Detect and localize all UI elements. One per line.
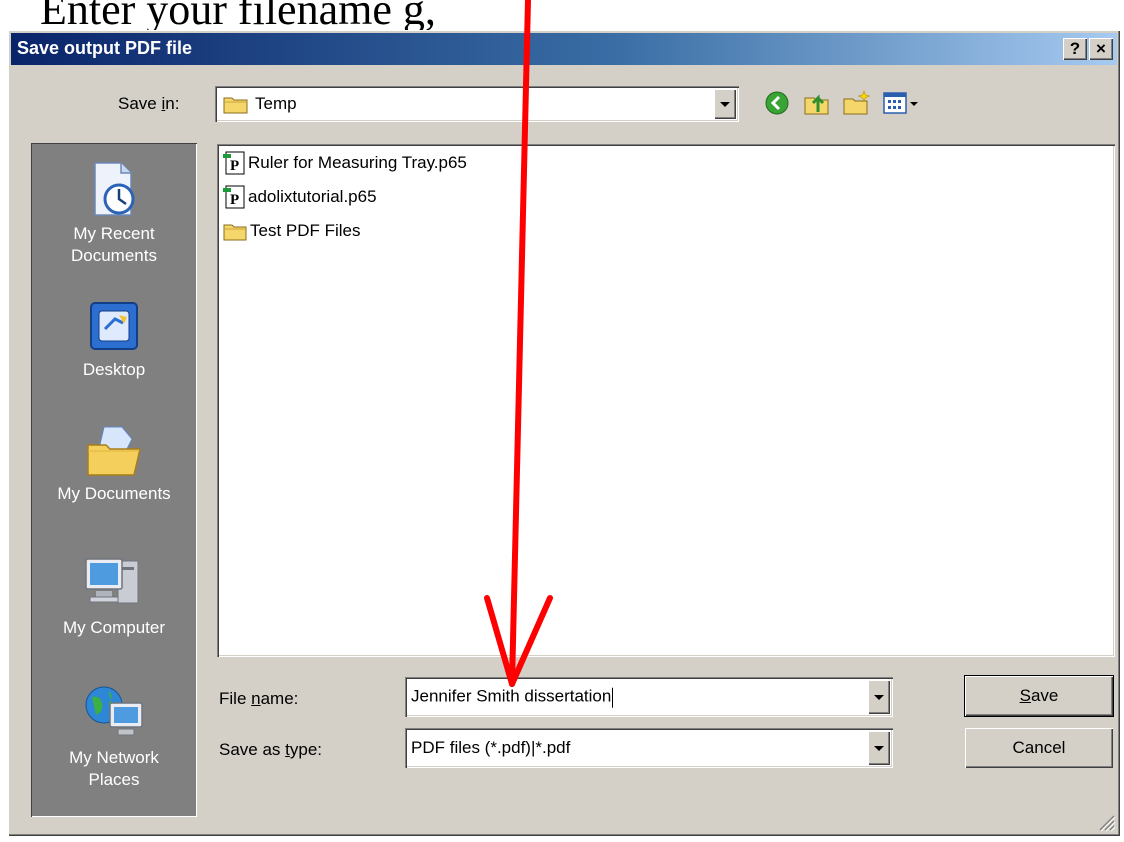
file-name-label: File name: — [219, 689, 299, 708]
save-in-value: Temp — [255, 94, 297, 113]
place-my-computer[interactable]: My Computer — [31, 553, 197, 639]
list-item[interactable]: P adolixtutorial.p65 — [223, 184, 377, 210]
my-computer-icon — [85, 558, 139, 604]
resize-grip-icon[interactable] — [1096, 812, 1116, 832]
list-item[interactable]: P Ruler for Measuring Tray.p65 — [223, 150, 467, 176]
save-as-type-dropdown-button[interactable] — [868, 731, 890, 765]
save-as-type-dropdown[interactable]: PDF files (*.pdf)|*.pdf — [405, 728, 893, 768]
file-list[interactable]: P Ruler for Measuring Tray.p65 P adolixt… — [217, 144, 1115, 657]
list-item[interactable]: Test PDF Files — [223, 218, 361, 244]
dialog-title: Save output PDF file — [17, 38, 193, 58]
help-button[interactable]: ? — [1063, 38, 1087, 60]
svg-text:P: P — [230, 158, 239, 174]
file-name-input[interactable]: Jennifer Smith dissertation — [405, 677, 893, 717]
place-my-network-places[interactable]: My Network Places — [31, 683, 197, 791]
view-menu-icon[interactable] — [882, 88, 922, 118]
place-recent-documents[interactable]: My Recent Documents — [31, 159, 197, 267]
file-name-value: Jennifer Smith dissertation — [411, 686, 612, 706]
file-name-dropdown-button[interactable] — [868, 680, 890, 714]
back-icon[interactable] — [764, 90, 790, 116]
pagemaker-file-icon: P — [223, 185, 245, 209]
up-folder-icon[interactable] — [802, 88, 832, 118]
save-in-dropdown[interactable]: Temp — [215, 86, 739, 122]
my-documents-icon — [87, 426, 141, 476]
place-my-documents[interactable]: My Documents — [31, 423, 197, 505]
folder-icon — [223, 97, 248, 114]
network-places-icon — [85, 686, 143, 736]
save-in-dropdown-button[interactable] — [714, 89, 736, 119]
places-bar: My Recent Documents Desktop My Documents — [31, 143, 197, 817]
save-as-type-value: PDF files (*.pdf)|*.pdf — [411, 738, 571, 757]
folder-icon — [223, 224, 247, 241]
title-bar: Save output PDF file ? × — [11, 33, 1117, 65]
save-as-type-label: Save as type: — [219, 740, 323, 759]
svg-text:P: P — [230, 192, 239, 208]
recent-documents-icon — [94, 162, 135, 216]
pagemaker-file-icon: P — [223, 151, 245, 175]
cancel-button[interactable]: Cancel — [965, 728, 1113, 768]
desktop-icon — [90, 302, 138, 350]
new-folder-icon[interactable] — [842, 88, 872, 118]
place-desktop[interactable]: Desktop — [31, 299, 197, 381]
text-caret — [612, 687, 614, 708]
save-in-label: Save in: — [118, 94, 180, 113]
save-button[interactable]: Save — [964, 675, 1114, 717]
close-button[interactable]: × — [1089, 38, 1113, 60]
save-dialog: Save output PDF file ? × Save in: Temp M… — [8, 30, 1120, 836]
